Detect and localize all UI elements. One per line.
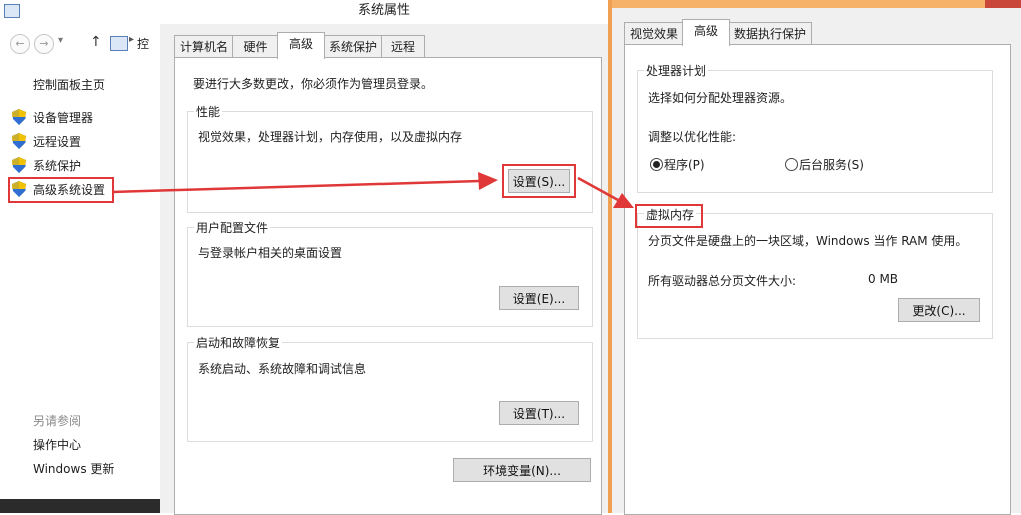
close-icon[interactable] bbox=[985, 0, 1021, 8]
radio-programs[interactable] bbox=[650, 158, 663, 171]
tab-hardware[interactable]: 硬件 bbox=[232, 35, 279, 58]
tab-dep[interactable]: 数据执行保护 bbox=[728, 22, 812, 45]
system-properties-dialog: 系统属性 计算机名 硬件 高级 系统保护 远程 要进行大多数更改，你必须作为管理… bbox=[160, 0, 608, 515]
processor-scheduling-group: 处理器计划 选择如何分配处理器资源。 调整以优化性能: 程序(P) 后台服务(S… bbox=[637, 62, 993, 193]
processor-scheduling-desc: 选择如何分配处理器资源。 bbox=[648, 91, 793, 105]
adjust-label: 调整以优化性能: bbox=[648, 130, 737, 144]
user-profiles-group: 用户配置文件 与登录帐户相关的桌面设置 设置(E)... bbox=[187, 219, 593, 327]
sidebar-item-device-manager[interactable]: 设备管理器 bbox=[33, 109, 93, 126]
performance-options-dialog: 视觉效果 高级 数据执行保护 处理器计划 选择如何分配处理器资源。 调整以优化性… bbox=[608, 0, 1021, 515]
advanced-tab-page: 处理器计划 选择如何分配处理器资源。 调整以优化性能: 程序(P) 后台服务(S… bbox=[624, 44, 1011, 515]
paging-total-label: 所有驱动器总分页文件大小: bbox=[648, 274, 797, 288]
shield-icon bbox=[12, 181, 26, 197]
windows-update-link[interactable]: Windows 更新 bbox=[33, 460, 114, 477]
nav-bar: ← → ▾ ↑ ▸ 控 bbox=[10, 34, 160, 54]
address-chevron-icon[interactable]: ▸ bbox=[129, 34, 134, 45]
tab-advanced[interactable]: 高级 bbox=[682, 19, 730, 46]
action-center-link[interactable]: 操作中心 bbox=[33, 436, 81, 453]
radio-background-services[interactable] bbox=[785, 158, 798, 171]
shield-icon bbox=[12, 109, 26, 125]
user-profiles-settings-button[interactable]: 设置(E)... bbox=[499, 286, 579, 310]
back-button[interactable]: ← bbox=[10, 34, 30, 54]
dropdown-icon[interactable]: ▾ bbox=[58, 35, 63, 46]
dialog-titlebar bbox=[612, 0, 1021, 8]
virtual-memory-title: 虚拟内存 bbox=[644, 206, 697, 223]
user-profiles-desc: 与登录帐户相关的桌面设置 bbox=[198, 246, 343, 260]
shield-icon bbox=[12, 157, 26, 173]
change-button[interactable]: 更改(C)... bbox=[898, 298, 980, 322]
startup-recovery-title: 启动和故障恢复 bbox=[194, 334, 283, 351]
tab-visual-effects[interactable]: 视觉效果 bbox=[624, 22, 684, 45]
control-panel-pane: ← → ▾ ↑ ▸ 控 控制面板主页 设备管理器 远程设置 系统保护 高级系统设… bbox=[0, 0, 161, 513]
startup-recovery-desc: 系统启动、系统故障和调试信息 bbox=[198, 362, 367, 376]
performance-group: 性能 视觉效果，处理器计划，内存使用，以及虚拟内存 设置(S)... bbox=[187, 103, 593, 213]
virtual-memory-desc: 分页文件是硬盘上的一块区域，Windows 当作 RAM 使用。 bbox=[648, 234, 968, 248]
admin-note: 要进行大多数更改，你必须作为管理员登录。 bbox=[193, 77, 434, 91]
processor-scheduling-title: 处理器计划 bbox=[644, 62, 709, 79]
virtual-memory-group: 虚拟内存 分页文件是硬盘上的一块区域，Windows 当作 RAM 使用。 所有… bbox=[635, 204, 993, 339]
environment-variables-button[interactable]: 环境变量(N)... bbox=[453, 458, 591, 482]
sidebar-item-remote-settings[interactable]: 远程设置 bbox=[33, 133, 81, 150]
startup-recovery-settings-button[interactable]: 设置(T)... bbox=[499, 401, 579, 425]
computer-icon bbox=[4, 4, 20, 18]
performance-settings-button[interactable]: 设置(S)... bbox=[508, 169, 570, 193]
performance-title: 性能 bbox=[194, 103, 223, 120]
sidebar-item-advanced-system-settings[interactable]: 高级系统设置 bbox=[33, 181, 105, 198]
radio-background-services-label[interactable]: 后台服务(S) bbox=[799, 156, 864, 173]
forward-button[interactable]: → bbox=[34, 34, 54, 54]
tab-remote[interactable]: 远程 bbox=[381, 35, 425, 58]
paging-total-value: 0 MB bbox=[868, 272, 899, 286]
shield-icon bbox=[12, 133, 26, 149]
user-profiles-title: 用户配置文件 bbox=[194, 219, 271, 236]
tab-system-protection[interactable]: 系统保护 bbox=[323, 35, 383, 58]
sidebar-item-system-protection[interactable]: 系统保护 bbox=[33, 157, 81, 174]
tab-advanced[interactable]: 高级 bbox=[277, 32, 325, 59]
radio-selected-dot bbox=[653, 161, 660, 168]
up-button[interactable]: ↑ bbox=[90, 34, 102, 50]
startup-recovery-group: 启动和故障恢复 系统启动、系统故障和调试信息 设置(T)... bbox=[187, 334, 593, 442]
radio-programs-label[interactable]: 程序(P) bbox=[664, 156, 705, 173]
performance-desc: 视觉效果，处理器计划，内存使用，以及虚拟内存 bbox=[198, 130, 463, 144]
tab-computer-name[interactable]: 计算机名 bbox=[174, 35, 234, 58]
address-bar[interactable]: 控 bbox=[137, 35, 149, 52]
address-computer-icon bbox=[110, 36, 128, 51]
taskbar-strip bbox=[0, 499, 160, 513]
see-also-heading: 另请参阅 bbox=[33, 414, 82, 428]
advanced-tab-page: 要进行大多数更改，你必须作为管理员登录。 性能 视觉效果，处理器计划，内存使用，… bbox=[174, 57, 602, 515]
dialog-title: 系统属性 bbox=[160, 0, 608, 24]
control-panel-home-link[interactable]: 控制面板主页 bbox=[33, 76, 105, 93]
